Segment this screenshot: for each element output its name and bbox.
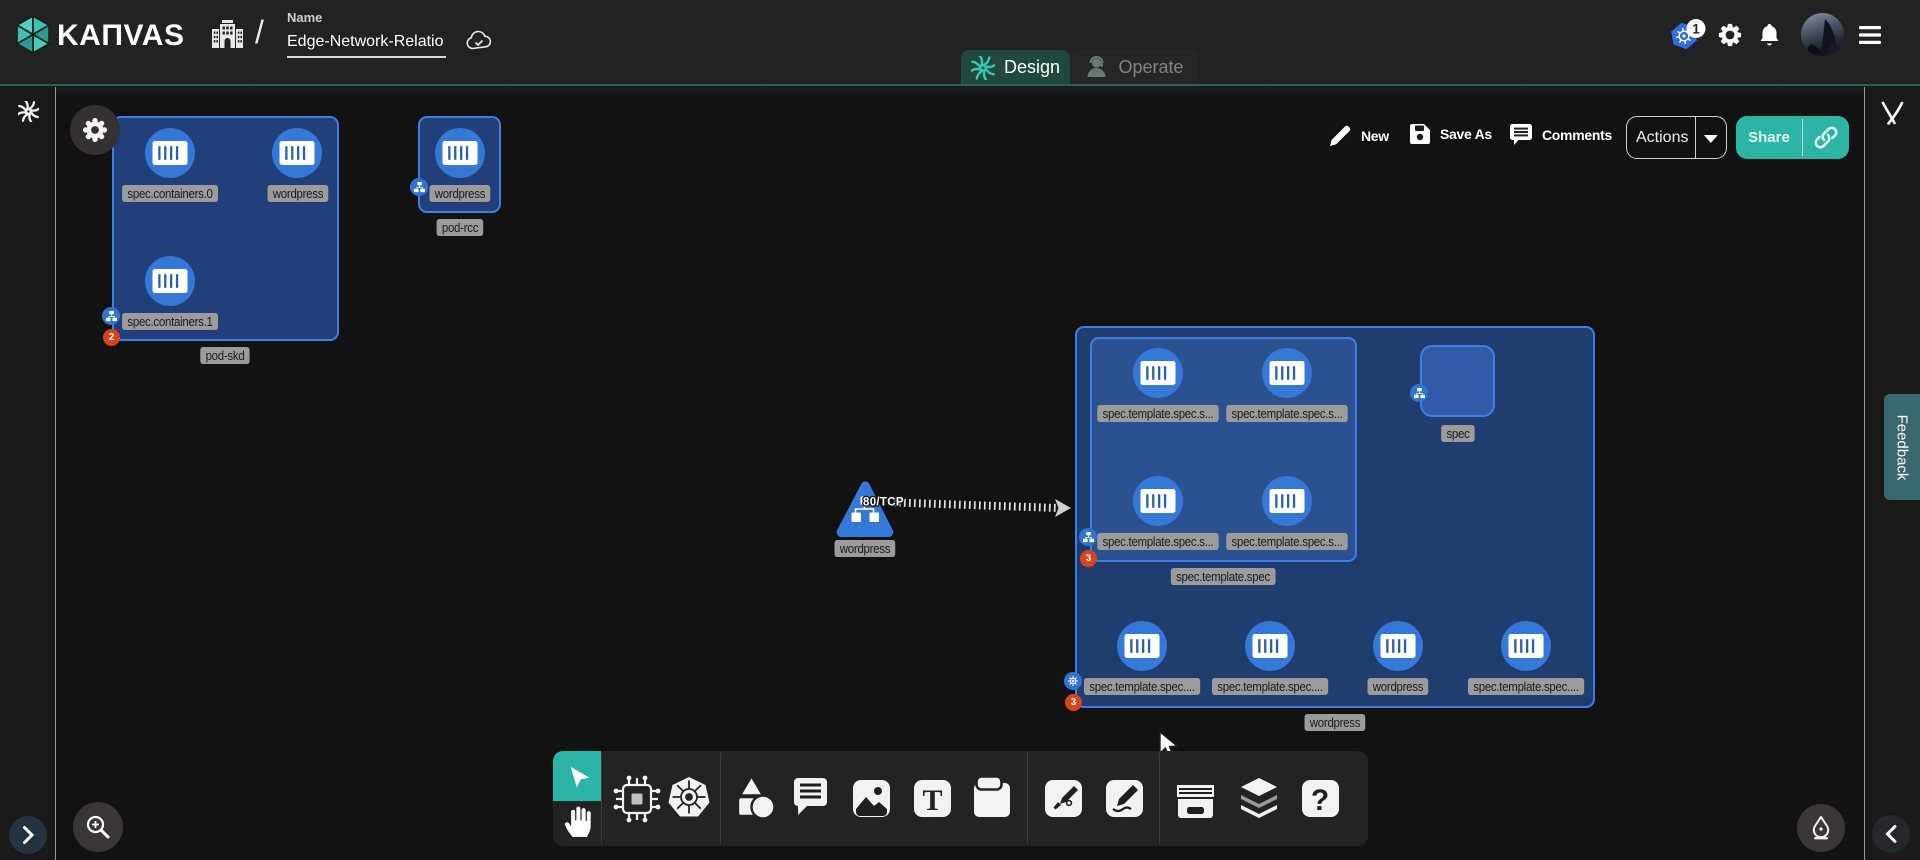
svg-text:T: T — [922, 784, 942, 817]
svg-text:?: ? — [1311, 784, 1329, 817]
svg-text:80/TCP: 80/TCP — [863, 497, 904, 509]
svg-text:1: 1 — [1692, 21, 1700, 36]
